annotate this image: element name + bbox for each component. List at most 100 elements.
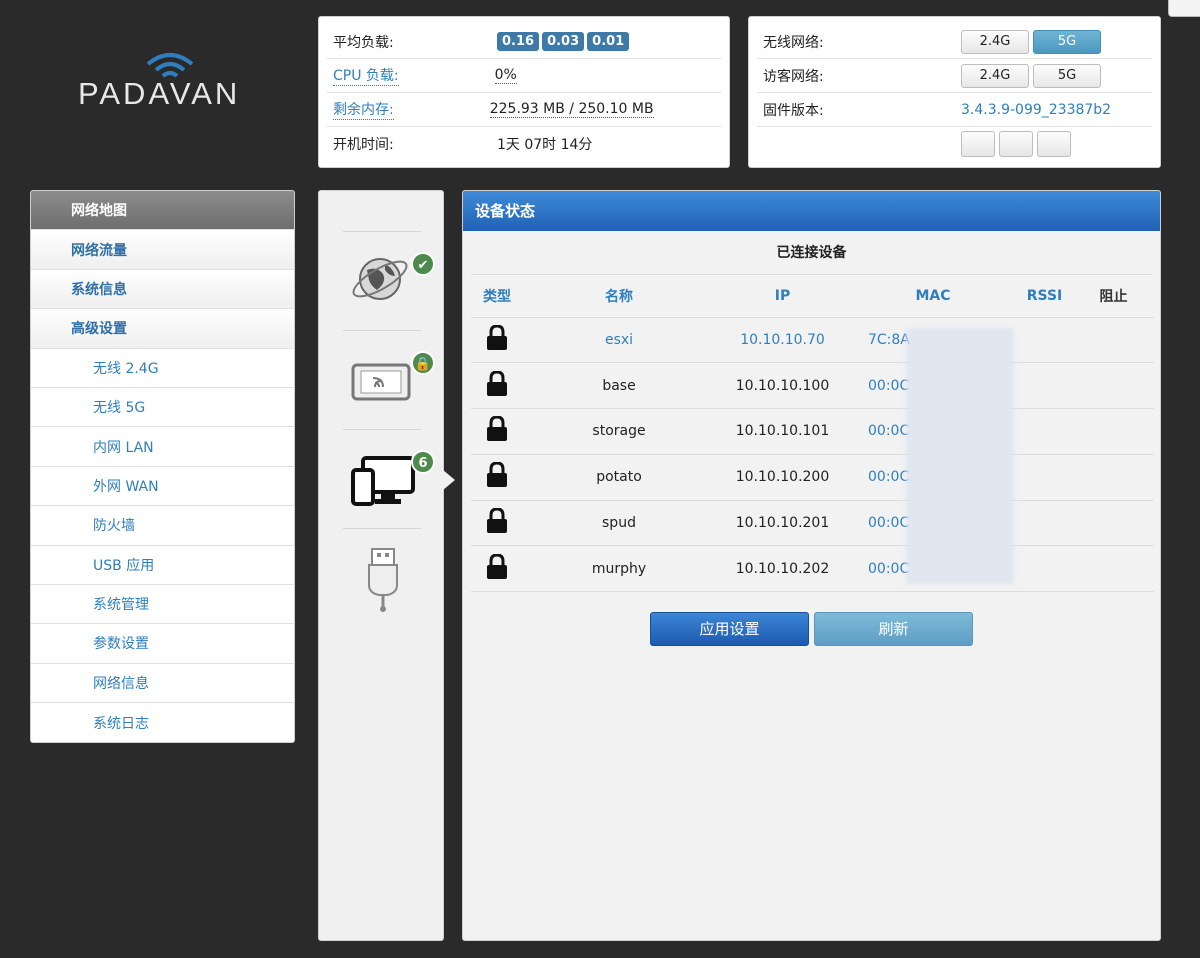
memory-row: 剩余内存: 225.93 MB / 250.10 MB: [327, 93, 721, 127]
table-row: base 10.10.10.100 00:0C: [471, 362, 1154, 410]
cpu-load-value: 0%: [494, 67, 517, 84]
col-rssi[interactable]: RSSI: [1016, 275, 1073, 318]
lock-icon: [471, 545, 523, 593]
clients-count-badge: 6: [411, 450, 435, 474]
table-row: potato 10.10.10.200 00:0C: [471, 454, 1154, 501]
load-row: 平均负载: 0.16 0.03 0.01: [327, 25, 721, 59]
load-badge-5: 0.03: [542, 32, 585, 51]
client-rssi: [1016, 362, 1073, 410]
lock-icon: [471, 362, 523, 410]
sidebar-item-wan[interactable]: 外网 WAN: [31, 466, 294, 507]
lock-icon: [471, 500, 523, 547]
client-rssi: [1016, 500, 1073, 547]
internet-globe-icon: [352, 258, 408, 300]
refresh-button[interactable]: 刷新: [814, 612, 973, 646]
client-ip: 10.10.10.201: [715, 500, 850, 547]
guest-24g-button[interactable]: 2.4G: [961, 63, 1029, 88]
client-name: murphy: [523, 545, 715, 593]
client-name[interactable]: esxi: [523, 317, 715, 364]
sidebar-item-wireless-5g[interactable]: 无线 5G: [31, 387, 294, 428]
sidebar-nav: 网络地图 网络流量 系统信息 高级设置 无线 2.4G 无线 5G 内网 LAN…: [30, 190, 295, 743]
uptime-value: 1天 07时 14分: [497, 137, 593, 153]
client-name: potato: [523, 454, 715, 501]
client-block: [1073, 545, 1154, 593]
clients-devices-icon: [351, 456, 415, 506]
corner-tab[interactable]: [1168, 0, 1200, 17]
sidebar-item-usb[interactable]: USB 应用: [31, 545, 294, 585]
client-name: base: [523, 362, 715, 410]
col-block: 阻止: [1073, 275, 1154, 318]
system-status-panel: 平均负载: 0.16 0.03 0.01 CPU 负载: 0% 剩余内存: 225.…: [318, 16, 730, 168]
sidebar-item-wireless-24g[interactable]: 无线 2.4G: [31, 348, 294, 388]
guest-row: 访客网络: 2.4G 5G: [757, 59, 1152, 93]
wireless-24g-button[interactable]: 2.4G: [961, 29, 1029, 54]
lock-icon: [471, 408, 523, 455]
internet-ok-badge: ✔: [411, 252, 435, 276]
client-block: [1073, 454, 1154, 501]
uptime-row: 开机时间: 1天 07时 14分: [327, 127, 721, 161]
client-rssi: [1016, 545, 1073, 593]
client-block: [1073, 362, 1154, 410]
col-name[interactable]: 名称: [523, 275, 715, 318]
client-block: [1073, 408, 1154, 455]
wireless-slot[interactable]: 🔒: [343, 330, 435, 428]
usb-icon: [368, 548, 398, 612]
blank-buttons-row: [757, 127, 1152, 161]
sidebar-item-traffic[interactable]: 网络流量: [31, 230, 294, 270]
load-badge-15: 0.01: [587, 32, 630, 51]
device-status-panel: 设备状态 已连接设备 类型 名称 IP MAC RSSI 阻止 esxi 10.…: [462, 190, 1161, 941]
sidebar-item-advanced[interactable]: 高级设置: [31, 309, 294, 349]
network-map-icon-column: ✔ 🔒 6: [318, 190, 444, 941]
blank-button-2[interactable]: [999, 131, 1033, 157]
client-table-header: 类型 名称 IP MAC RSSI 阻止: [471, 275, 1154, 318]
sidebar-item-admin[interactable]: 系统管理: [31, 584, 294, 625]
padavan-logo: PADAVAN: [78, 50, 258, 130]
col-mac[interactable]: MAC: [850, 275, 1016, 318]
blank-button-3[interactable]: [1037, 131, 1071, 157]
action-buttons: 应用设置 刷新: [650, 612, 973, 646]
cpu-load-link[interactable]: CPU 负载:: [333, 65, 399, 86]
sidebar-item-params[interactable]: 参数设置: [31, 624, 294, 664]
col-ip[interactable]: IP: [715, 275, 850, 318]
client-table: 类型 名称 IP MAC RSSI 阻止 esxi 10.10.10.70 7C…: [471, 275, 1154, 593]
logo-text: PADAVAN: [78, 76, 241, 111]
wireless-row: 无线网络: 2.4G 5G: [757, 25, 1152, 59]
firmware-label: 固件版本:: [763, 102, 824, 119]
internet-slot[interactable]: ✔: [343, 231, 435, 329]
sidebar-item-system-info[interactable]: 系统信息: [31, 269, 294, 310]
wireless-5g-button[interactable]: 5G: [1033, 29, 1101, 54]
free-memory-link[interactable]: 剩余内存:: [333, 99, 394, 120]
sidebar-item-system-log[interactable]: 系统日志: [31, 703, 294, 742]
selected-pointer: [443, 470, 455, 490]
wireless-lock-badge: 🔒: [411, 351, 435, 375]
client-rssi: [1016, 454, 1073, 501]
client-rssi: [1016, 408, 1073, 455]
uptime-label: 开机时间:: [333, 137, 394, 153]
cpu-row: CPU 负载: 0%: [327, 59, 721, 93]
usb-slot[interactable]: [343, 528, 421, 626]
blank-button-1[interactable]: [961, 131, 995, 157]
table-row: spud 10.10.10.201 00:0C: [471, 500, 1154, 547]
sidebar-item-firewall[interactable]: 防火墙: [31, 506, 294, 546]
wireless-device-icon: [351, 363, 411, 401]
client-ip: 10.10.10.200: [715, 454, 850, 501]
col-type[interactable]: 类型: [471, 275, 523, 318]
load-badges: 0.16 0.03 0.01: [497, 32, 632, 51]
sidebar-item-network-map[interactable]: 网络地图: [31, 191, 294, 231]
table-row: esxi 10.10.10.70 7C:8A: [471, 317, 1154, 364]
firmware-version-link[interactable]: 3.4.3.9-099_23387b2: [961, 102, 1111, 118]
client-ip: 10.10.10.202: [715, 545, 850, 593]
apply-settings-button[interactable]: 应用设置: [650, 612, 809, 646]
client-ip: 10.10.10.101: [715, 408, 850, 455]
lock-icon: [471, 317, 523, 364]
client-block: [1073, 317, 1154, 364]
guest-5g-button[interactable]: 5G: [1033, 63, 1101, 88]
table-row: storage 10.10.10.101 00:0C: [471, 408, 1154, 455]
sidebar-item-network-info[interactable]: 网络信息: [31, 663, 294, 704]
load-label: 平均负载:: [333, 34, 394, 51]
clients-slot[interactable]: 6: [343, 429, 435, 527]
device-status-header: 设备状态: [463, 191, 1160, 231]
table-row: murphy 10.10.10.202 00:0C: [471, 545, 1154, 593]
sidebar-item-lan[interactable]: 内网 LAN: [31, 427, 294, 467]
client-ip[interactable]: 10.10.10.70: [715, 317, 850, 364]
